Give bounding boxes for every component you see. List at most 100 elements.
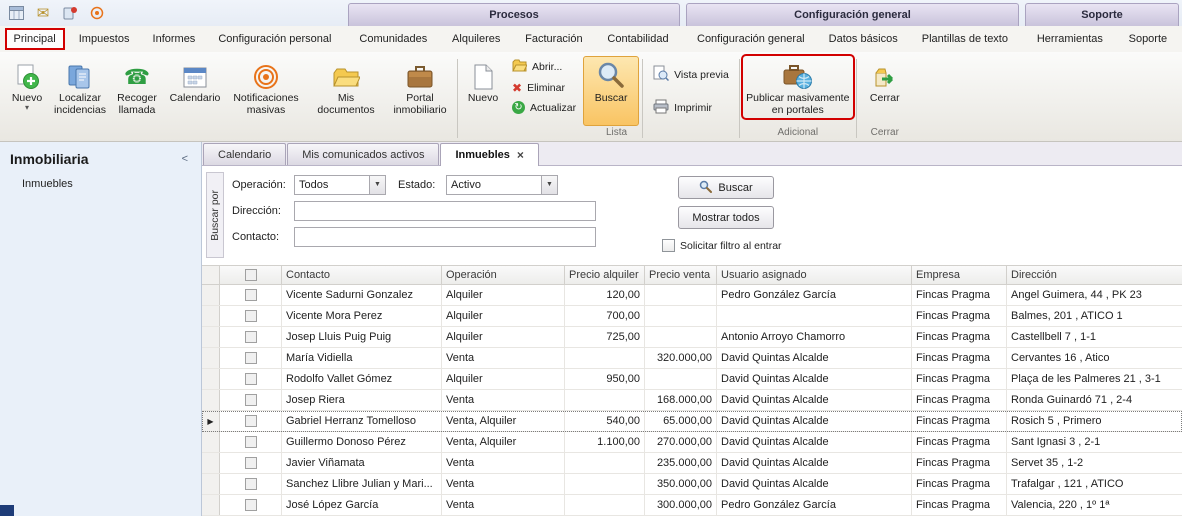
operacion-select[interactable]: Todos ▼ (294, 175, 386, 195)
row-checkbox[interactable] (245, 478, 257, 490)
table-row[interactable]: Vicente Mora Perez Alquiler 700,00 Finca… (202, 306, 1182, 327)
close-icon[interactable]: × (517, 148, 524, 162)
row-checkbox[interactable] (245, 415, 257, 427)
table-row[interactable]: Gabriel Herranz Tomelloso Venta, Alquile… (202, 411, 1182, 432)
ribbon-tab[interactable]: Principal (6, 29, 64, 49)
row-checkbox[interactable] (245, 289, 257, 301)
portal-inmobiliario-button[interactable]: Portal inmobiliario (386, 56, 454, 118)
collapse-icon[interactable]: < (179, 153, 191, 165)
row-checkbox[interactable] (245, 331, 257, 343)
ribbon-tab[interactable]: Informes (145, 29, 204, 49)
ribbon-tab[interactable]: Plantillas de texto (914, 29, 1016, 49)
row-select-cell[interactable] (220, 369, 282, 389)
cell-precio-venta (645, 327, 717, 347)
row-select-cell[interactable] (220, 474, 282, 494)
sidebar-item-inmuebles[interactable]: Inmuebles (0, 173, 201, 195)
row-select-cell[interactable] (220, 327, 282, 347)
row-select-cell[interactable] (220, 348, 282, 368)
nuevo-item-button[interactable]: Nuevo (461, 56, 505, 106)
table-row[interactable]: Sanchez Llibre Julian y Mari... Venta 35… (202, 474, 1182, 495)
table-row[interactable]: Guillermo Donoso Pérez Venta, Alquiler 1… (202, 432, 1182, 453)
ribbon-tab[interactable]: Configuración general (689, 29, 813, 49)
chevron-down-icon[interactable]: ▼ (369, 176, 385, 194)
chevron-down-icon[interactable]: ▼ (541, 176, 557, 194)
row-checkbox[interactable] (245, 394, 257, 406)
document-tabs: Calendario Mis comunicados activos Inmue… (202, 142, 1182, 166)
ribbon-group-header-configuracion: Configuración general (686, 3, 1019, 26)
column-header-contacto[interactable]: Contacto (282, 266, 442, 284)
app-window-icon[interactable] (7, 4, 25, 22)
imprimir-button[interactable]: Imprimir (650, 98, 732, 118)
buscar-filter-button[interactable]: Buscar (678, 176, 774, 199)
column-header-precio-alquiler[interactable]: Precio alquiler (565, 266, 645, 284)
recoger-llamada-button[interactable]: ☎ Recoger llamada (110, 56, 164, 118)
row-checkbox[interactable] (245, 457, 257, 469)
column-header-precio-venta[interactable]: Precio venta (645, 266, 717, 284)
sidebar: Inmobiliaria < Inmuebles (0, 142, 202, 516)
nuevo-button[interactable]: Nuevo ▾ (4, 56, 50, 113)
table-row[interactable]: Josep Riera Venta 168.000,00 David Quint… (202, 390, 1182, 411)
row-checkbox[interactable] (245, 436, 257, 448)
estado-label: Estado: (398, 179, 446, 191)
calendario-button[interactable]: Calendario (164, 56, 226, 106)
column-header-operacion[interactable]: Operación (442, 266, 565, 284)
row-select-cell[interactable] (220, 453, 282, 473)
table-row[interactable]: Vicente Sadurni Gonzalez Alquiler 120,00… (202, 285, 1182, 306)
cell-usuario-asignado: Antonio Arroyo Chamorro (717, 327, 912, 347)
table-row[interactable]: María Vidiella Venta 320.000,00 David Qu… (202, 348, 1182, 369)
localizar-incidencias-button[interactable]: Localizar incidencias (50, 56, 110, 118)
abrir-button[interactable]: Abrir... (509, 58, 579, 76)
row-checkbox[interactable] (245, 499, 257, 511)
ribbon-tab[interactable]: Soporte (1121, 29, 1176, 49)
estado-select[interactable]: Activo ▼ (446, 175, 558, 195)
ribbon-tab[interactable]: Comunidades (351, 29, 435, 49)
row-select-cell[interactable] (220, 306, 282, 326)
ribbon-tab[interactable]: Impuestos (71, 29, 138, 49)
cerrar-button[interactable]: Cerrar (860, 56, 910, 106)
mis-documentos-button[interactable]: Mis documentos (306, 56, 386, 118)
document-tab[interactable]: Inmuebles × (440, 143, 538, 166)
ribbon-tab[interactable]: Contabilidad (599, 29, 676, 49)
table-row[interactable]: Rodolfo Vallet Gómez Alquiler 950,00 Dav… (202, 369, 1182, 390)
table-row[interactable]: Javier Viñamata Venta 235.000,00 David Q… (202, 453, 1182, 474)
solicitar-filtro-checkbox[interactable] (662, 239, 675, 252)
ribbon-tab[interactable]: Herramientas (1029, 29, 1111, 49)
mail-icon[interactable]: ✉ (34, 4, 52, 22)
document-tab[interactable]: Mis comunicados activos (287, 143, 439, 165)
document-tab[interactable]: Calendario (203, 143, 286, 165)
grid-header-checkbox[interactable] (220, 266, 282, 284)
notificaciones-masivas-button[interactable]: Notificaciones masivas (226, 56, 306, 118)
row-select-cell[interactable] (220, 411, 282, 431)
eliminar-button[interactable]: ✖ Eliminar (509, 81, 579, 95)
ribbon-tab[interactable]: Facturación (517, 29, 590, 49)
actualizar-button[interactable]: ↻ Actualizar (509, 100, 579, 115)
buscar-button[interactable]: Buscar (583, 56, 639, 126)
cell-direccion: Rosich 5 , Primero (1007, 411, 1182, 431)
publicar-masivamente-button[interactable]: Publicar masivamente en portales (743, 56, 853, 118)
row-checkbox[interactable] (245, 310, 257, 322)
row-select-cell[interactable] (220, 285, 282, 305)
row-checkbox[interactable] (245, 373, 257, 385)
mostrar-todos-button[interactable]: Mostrar todos (678, 206, 774, 229)
table-row[interactable]: José López García Venta 300.000,00 Pedro… (202, 495, 1182, 516)
row-select-cell[interactable] (220, 495, 282, 515)
select-all-checkbox[interactable] (245, 269, 257, 281)
row-checkbox[interactable] (245, 352, 257, 364)
direccion-input[interactable] (294, 201, 596, 221)
broadcast-icon[interactable] (88, 4, 106, 22)
table-row[interactable]: Josep Lluis Puig Puig Alquiler 725,00 An… (202, 327, 1182, 348)
column-header-usuario-asignado[interactable]: Usuario asignado (717, 266, 912, 284)
row-select-cell[interactable] (220, 432, 282, 452)
column-header-empresa[interactable]: Empresa (912, 266, 1007, 284)
document-tab-label: Mis comunicados activos (302, 149, 424, 161)
contacto-input[interactable] (294, 227, 596, 247)
column-header-direccion[interactable]: Dirección (1007, 266, 1182, 284)
broadcast-target-icon (253, 60, 279, 90)
ribbon-tab[interactable]: Configuración personal (210, 29, 339, 49)
vista-previa-button[interactable]: Vista previa (650, 64, 732, 85)
cell-empresa: Fincas Pragma (912, 432, 1007, 452)
call-icon[interactable] (61, 4, 79, 22)
ribbon-tab[interactable]: Datos básicos (821, 29, 906, 49)
row-select-cell[interactable] (220, 390, 282, 410)
ribbon-tab[interactable]: Alquileres (444, 29, 508, 49)
